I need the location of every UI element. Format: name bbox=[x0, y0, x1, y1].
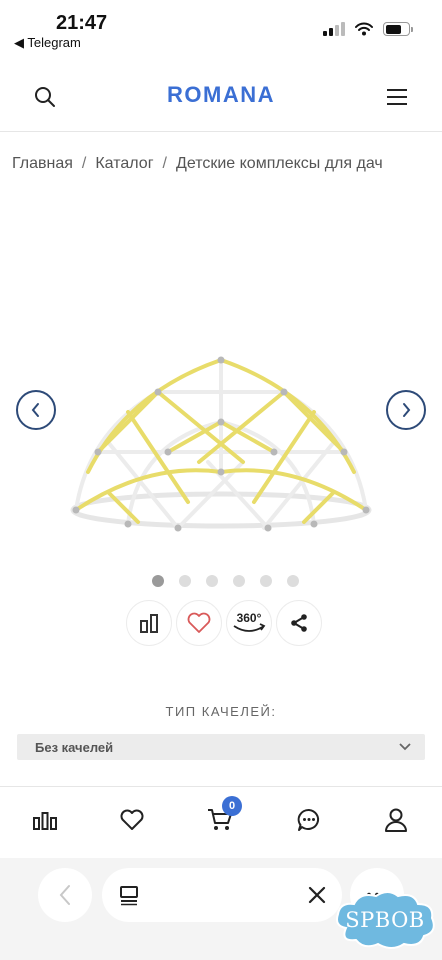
product-gallery bbox=[0, 300, 442, 550]
view-360-button[interactable]: 360° bbox=[226, 600, 272, 646]
chevron-right-icon bbox=[403, 403, 411, 417]
profile-icon bbox=[385, 808, 407, 832]
heart-icon bbox=[120, 809, 144, 830]
browser-center-pill bbox=[102, 868, 342, 922]
chevron-left-icon bbox=[59, 885, 70, 905]
breadcrumb-current: Детские комплексы для дач bbox=[175, 155, 383, 172]
status-icons bbox=[323, 22, 413, 36]
bottom-tab-bar bbox=[0, 792, 442, 848]
browser-back-button[interactable] bbox=[38, 868, 92, 922]
tabs-icon bbox=[120, 886, 138, 906]
gallery-dot[interactable] bbox=[178, 575, 191, 587]
close-icon bbox=[308, 886, 326, 904]
signal-icon bbox=[323, 22, 345, 36]
back-to-telegram-link[interactable]: ◀ Telegram bbox=[14, 35, 81, 51]
swing-type-select[interactable]: Без качелей bbox=[17, 734, 425, 760]
rotate-360-icon: 360° bbox=[233, 611, 266, 632]
hamburger-icon bbox=[387, 89, 407, 105]
chevron-left-icon bbox=[31, 403, 39, 417]
battery-icon bbox=[383, 22, 413, 36]
swing-type-label: ТИП КАЧЕЛЕЙ: bbox=[165, 704, 277, 719]
chevron-down-icon bbox=[399, 743, 411, 751]
compare-icon bbox=[140, 614, 158, 633]
tab-profile[interactable] bbox=[378, 802, 414, 838]
product-image-dome[interactable] bbox=[68, 352, 374, 534]
gallery-next-button[interactable] bbox=[386, 390, 426, 430]
status-time: 21:47 bbox=[56, 12, 108, 34]
chat-icon bbox=[297, 808, 320, 831]
breadcrumb-home-link[interactable]: Главная bbox=[12, 155, 73, 172]
browser-close-button[interactable] bbox=[306, 884, 328, 911]
status-bar: 21:47 ◀ Telegram bbox=[0, 0, 442, 60]
cart-count-badge: 0 bbox=[222, 796, 242, 816]
gallery-dot[interactable] bbox=[259, 575, 272, 587]
share-icon bbox=[291, 614, 307, 632]
site-logo[interactable]: ROMANA bbox=[0, 82, 442, 108]
heart-icon bbox=[187, 612, 211, 633]
wifi-icon bbox=[355, 22, 373, 36]
gallery-pagination bbox=[0, 575, 442, 587]
site-header: ROMANA bbox=[0, 62, 442, 132]
tab-favorites[interactable] bbox=[114, 802, 150, 838]
gallery-dot[interactable] bbox=[286, 575, 299, 587]
compare-icon bbox=[33, 812, 57, 830]
breadcrumb-separator: / bbox=[162, 155, 167, 172]
favorite-button[interactable] bbox=[176, 600, 222, 646]
compare-button[interactable] bbox=[126, 600, 172, 646]
gallery-dot[interactable] bbox=[151, 575, 164, 587]
product-actions: 360° bbox=[0, 600, 442, 646]
watermark-text: SPBOB bbox=[345, 908, 425, 932]
watermark-badge: SPBOB bbox=[332, 888, 438, 952]
menu-button[interactable] bbox=[380, 80, 414, 114]
breadcrumb-separator: / bbox=[81, 155, 87, 172]
breadcrumb: Главная / Каталог / Детские комплексы для да… bbox=[12, 155, 442, 173]
view-360-label: 360° bbox=[237, 611, 262, 625]
breadcrumb-catalog-link[interactable]: Каталог bbox=[95, 155, 153, 172]
tab-chat[interactable] bbox=[291, 802, 327, 838]
gallery-prev-button[interactable] bbox=[16, 390, 56, 430]
divider bbox=[0, 786, 442, 787]
swing-type-value: Без качелей bbox=[35, 739, 114, 755]
share-button[interactable] bbox=[276, 600, 322, 646]
gallery-dot[interactable] bbox=[232, 575, 245, 587]
gallery-dot[interactable] bbox=[205, 575, 218, 587]
tab-compare[interactable] bbox=[27, 802, 63, 838]
browser-tabs-button[interactable] bbox=[118, 884, 140, 911]
